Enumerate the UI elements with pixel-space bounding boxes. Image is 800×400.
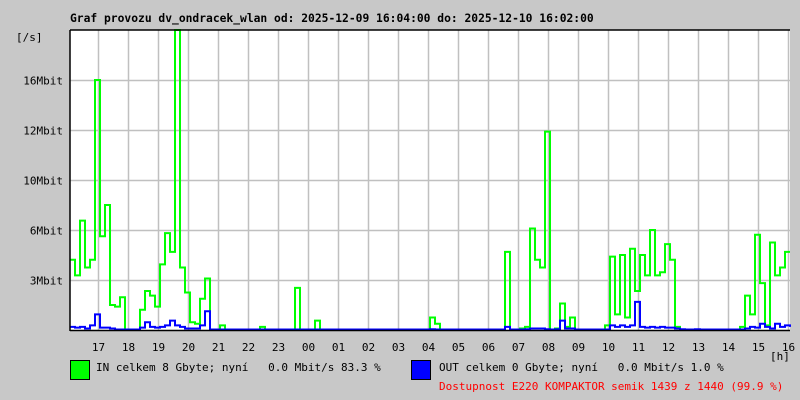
x-tick-label: 15 xyxy=(752,341,765,354)
x-tick-label: 08 xyxy=(542,341,555,354)
chart-svg: Graf provozu dv_ondracek_wlan od: 2025-1… xyxy=(16,12,795,393)
y-tick-label: 12Mbit xyxy=(23,125,63,138)
legend-out-swatch xyxy=(411,360,431,380)
x-tick-label: 11 xyxy=(632,341,645,354)
legend-out-text: OUT celkem 0 Gbyte; nyní 0.0 Mbit/s 1.0 … xyxy=(439,361,724,374)
x-tick-label: 01 xyxy=(332,341,345,354)
x-tick-label: 09 xyxy=(572,341,585,354)
x-tick-label: 21 xyxy=(212,341,225,354)
x-tick-label: 17 xyxy=(92,341,105,354)
y-axis-label: [/s] xyxy=(16,31,43,44)
legend-in-text: IN celkem 8 Gbyte; nyní 0.0 Mbit/s 83.3 … xyxy=(96,361,381,374)
y-tick-label: 3Mbit xyxy=(30,275,63,288)
x-tick-label: 18 xyxy=(122,341,135,354)
y-tick-label: 6Mbit xyxy=(30,225,63,238)
x-tick-label: 19 xyxy=(152,341,165,354)
y-tick-label: 10Mbit xyxy=(23,175,63,188)
y-tick-label: 16Mbit xyxy=(23,75,63,88)
x-tick-label: 23 xyxy=(272,341,285,354)
x-tick-label: 00 xyxy=(302,341,315,354)
x-tick-label: 13 xyxy=(692,341,705,354)
traffic-graph: Graf provozu dv_ondracek_wlan od: 2025-1… xyxy=(0,0,800,400)
x-tick-label: 07 xyxy=(512,341,525,354)
x-tick-label: 20 xyxy=(182,341,195,354)
x-tick-label: 03 xyxy=(392,341,405,354)
x-tick-label: 02 xyxy=(362,341,375,354)
x-tick-label: 10 xyxy=(602,341,615,354)
availability-text: Dostupnost E220 KOMPAKTOR semik 1439 z 1… xyxy=(439,380,783,393)
x-tick-label: 04 xyxy=(422,341,436,354)
y-tick-labels: 3Mbit 6Mbit 10Mbit 12Mbit 16Mbit xyxy=(23,75,63,288)
x-axis-label: [h] xyxy=(770,350,790,363)
x-tick-label: 12 xyxy=(662,341,675,354)
x-tick-label: 22 xyxy=(242,341,255,354)
x-tick-label: 06 xyxy=(482,341,495,354)
x-tick-label: 14 xyxy=(722,341,736,354)
legend-in-swatch xyxy=(70,360,90,380)
x-tick-labels: 17 18 19 20 21 22 23 00 01 02 03 04 05 06 07 08 09 10 11 12… xyxy=(92,341,795,354)
x-tick-label: 05 xyxy=(452,341,465,354)
chart-title: Graf provozu dv_ondracek_wlan od: 2025-1… xyxy=(70,12,594,25)
